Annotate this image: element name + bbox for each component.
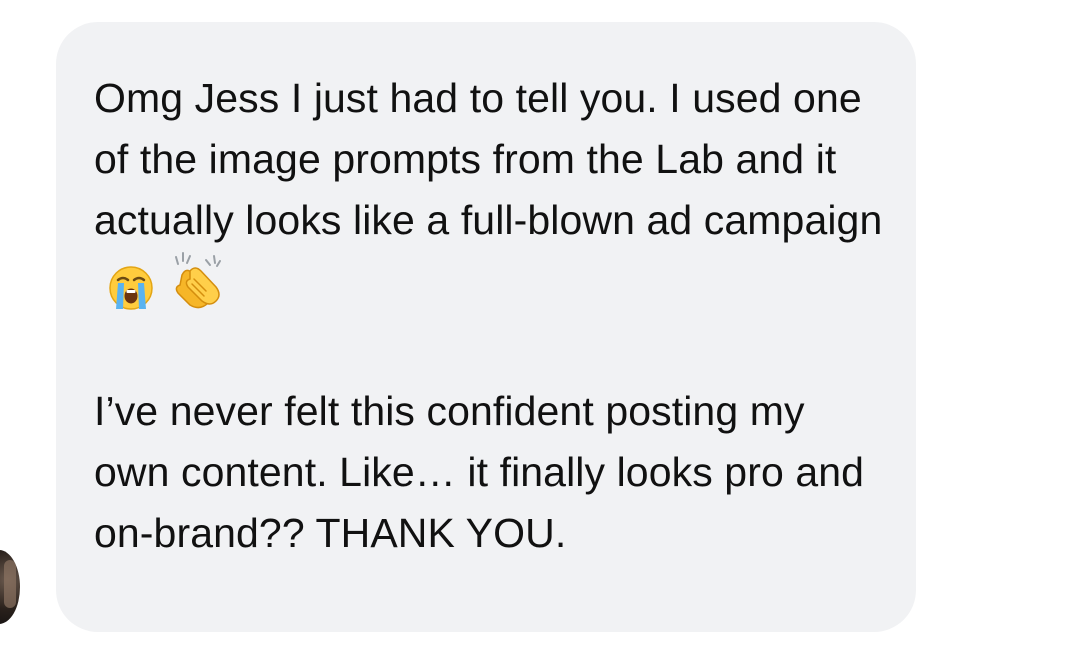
message-bubble[interactable]: Omg Jess I just had to tell you. I used … (56, 22, 916, 632)
avatar-photo-detail (4, 560, 16, 608)
message-paragraph-1-text: Omg Jess I just had to tell you. I used … (94, 75, 883, 243)
message-paragraph-2: I’ve never felt this confident posting m… (94, 388, 865, 556)
loudly-crying-face-icon (108, 265, 154, 311)
message-paragraph-1: Omg Jess I just had to tell you. I used … (94, 68, 886, 320)
sender-avatar[interactable] (0, 550, 20, 624)
clapping-hands-icon (168, 251, 224, 311)
